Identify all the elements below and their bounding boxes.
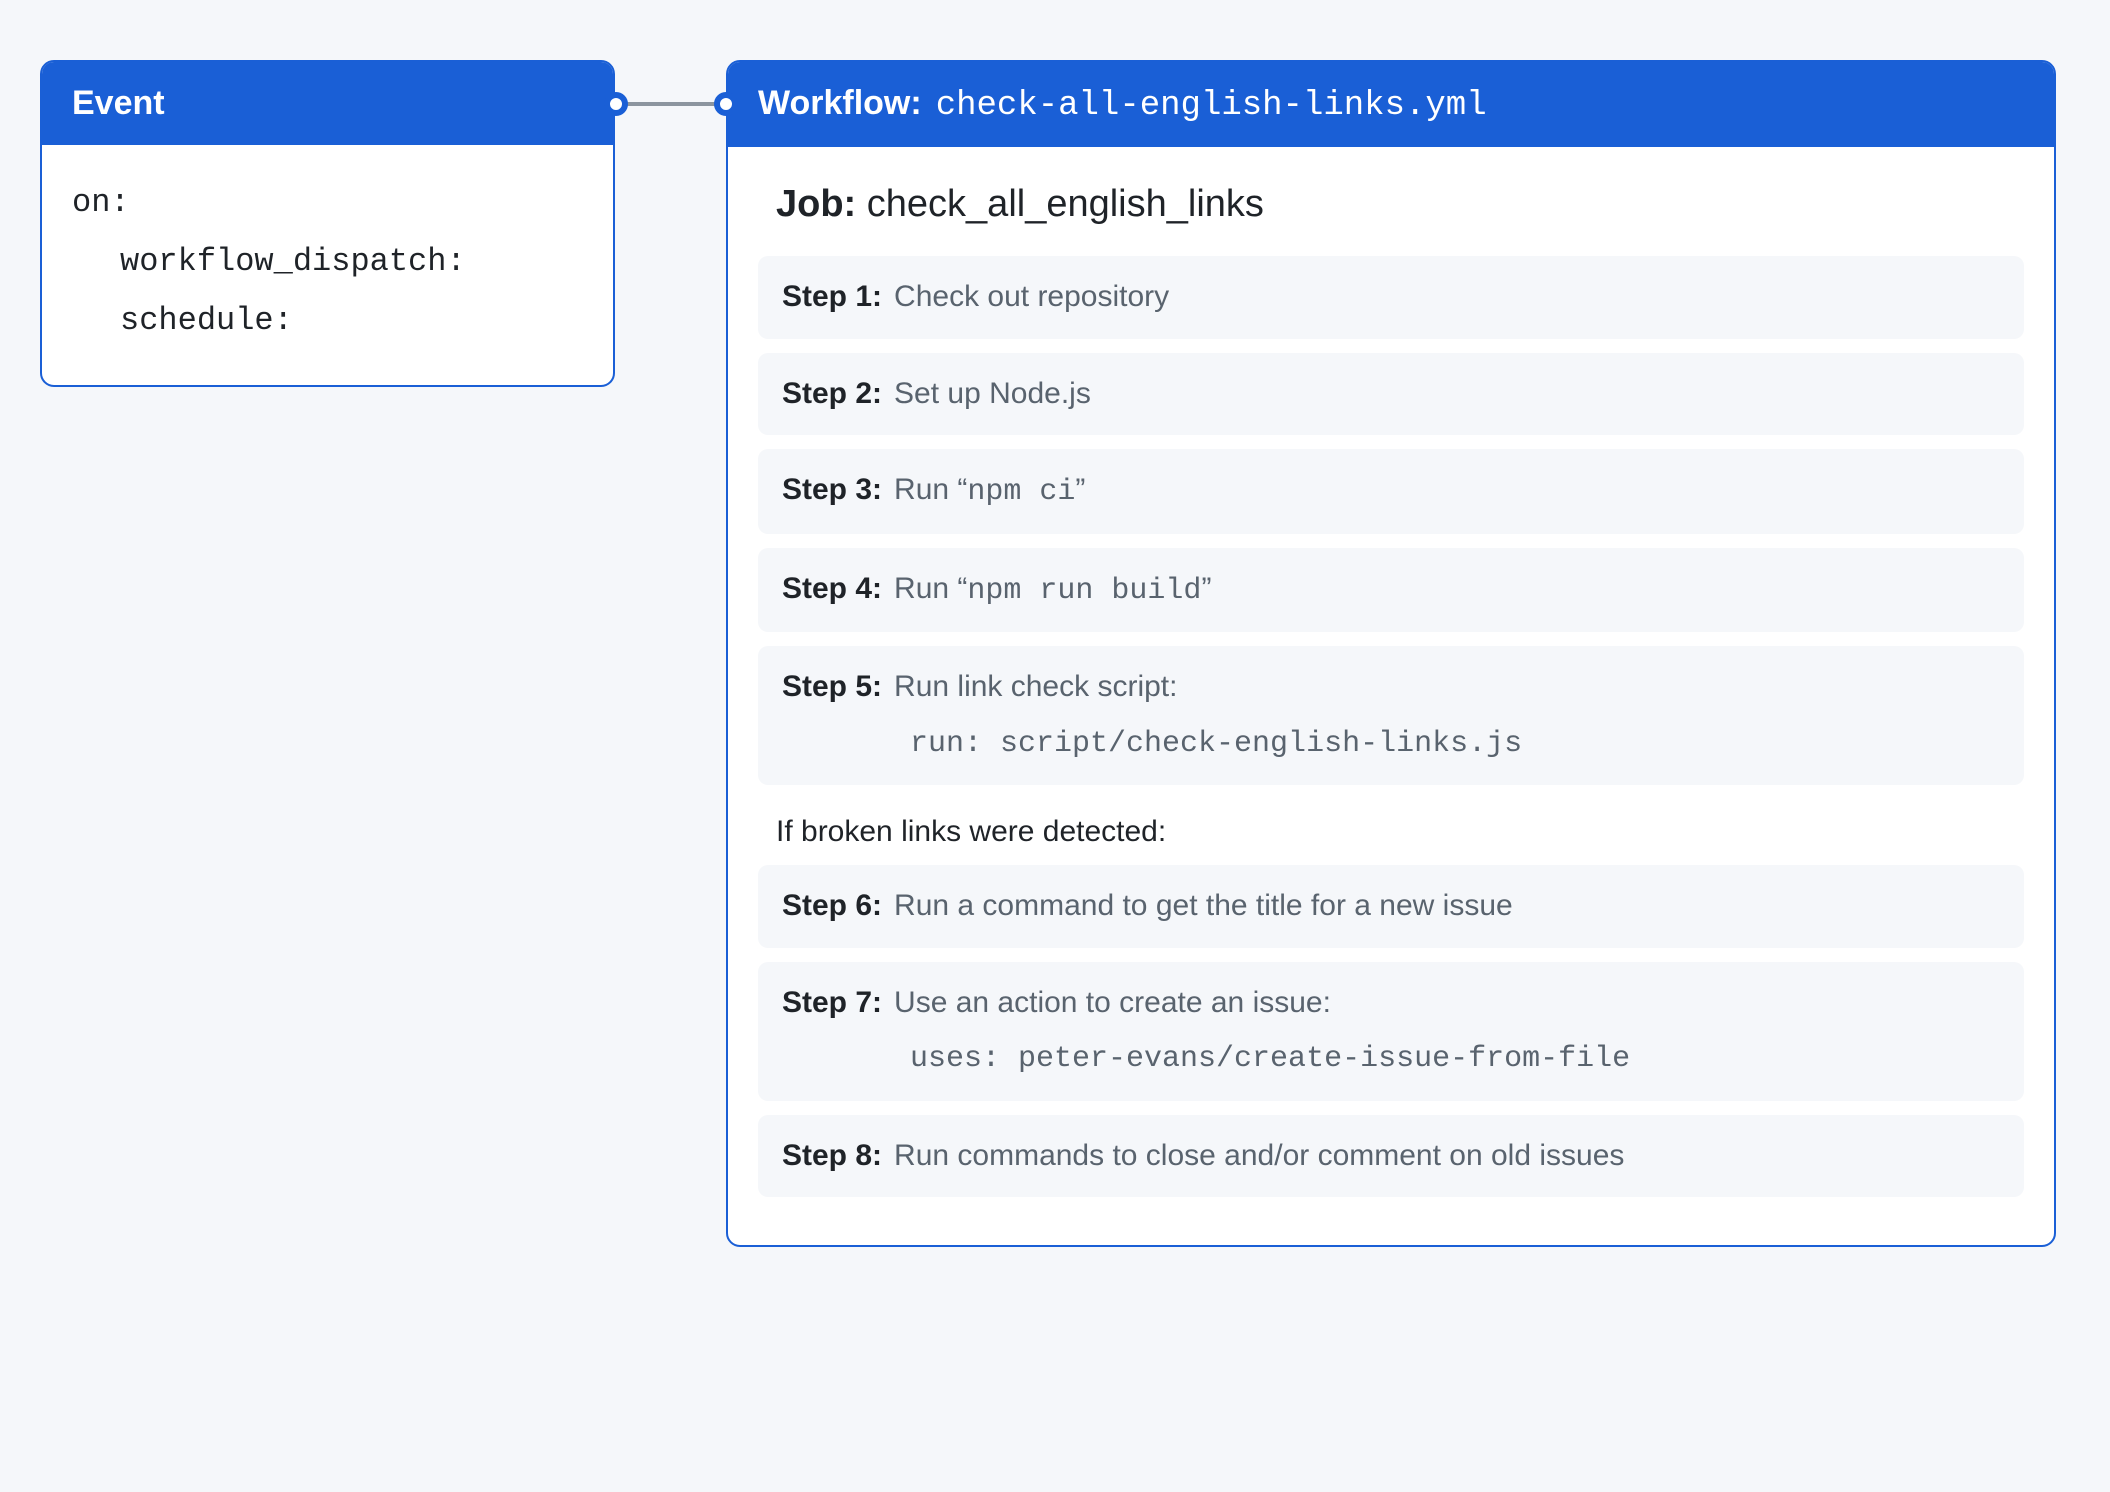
- event-trigger-line: schedule:: [72, 291, 583, 350]
- step-description: Run a command to get the title for a new…: [894, 889, 1513, 922]
- workflow-step: Step 5: Run link check script: run: script…: [758, 646, 2024, 785]
- step-description: Set up Node.js: [894, 377, 1091, 410]
- step-description: Run “npm run build”: [894, 572, 1211, 605]
- workflow-header-label: Workflow:: [758, 84, 922, 123]
- connector-dot-right: [714, 92, 738, 116]
- step-label: Step 6:: [782, 889, 882, 922]
- step-description: Run “npm ci”: [894, 473, 1085, 506]
- workflow-card: Workflow: check-all-english-links.yml Jo…: [726, 60, 2056, 1247]
- step-label: Step 1:: [782, 280, 882, 313]
- condition-label: If broken links were detected:: [758, 799, 2024, 865]
- workflow-card-body: Job: check_all_english_links Step 1: Chec…: [728, 147, 2054, 1245]
- workflow-filename: check-all-english-links.yml: [936, 87, 1487, 125]
- step-description: Use an action to create an issue:: [894, 986, 1331, 1019]
- event-trigger-line: workflow_dispatch:: [72, 232, 583, 291]
- step-description: Run link check script:: [894, 670, 1177, 703]
- workflow-step: Step 3: Run “npm ci”: [758, 449, 2024, 534]
- job-title: Job: check_all_english_links: [758, 175, 2024, 256]
- step-description: Run commands to close and/or comment on …: [894, 1139, 1624, 1172]
- step-label: Step 7:: [782, 986, 882, 1019]
- connector-dot-left: [604, 92, 628, 116]
- workflow-card-header: Workflow: check-all-english-links.yml: [728, 62, 2054, 147]
- workflow-step: Step 8: Run commands to close and/or comm…: [758, 1115, 2024, 1198]
- step-description: Check out repository: [894, 280, 1169, 313]
- event-card-body: on: workflow_dispatch: schedule:: [42, 145, 613, 385]
- step-detail: uses: peter-evans/create-issue-from-file: [782, 1036, 2000, 1083]
- workflow-step: Step 6: Run a command to get the title fo…: [758, 865, 2024, 948]
- step-label: Step 2:: [782, 377, 882, 410]
- event-trigger-line: on:: [72, 173, 583, 232]
- workflow-step: Step 7: Use an action to create an issue:…: [758, 962, 2024, 1101]
- event-card-header: Event: [42, 62, 613, 145]
- step-label: Step 5:: [782, 670, 882, 703]
- workflow-step: Step 2: Set up Node.js: [758, 353, 2024, 436]
- step-label: Step 8:: [782, 1139, 882, 1172]
- workflow-step: Step 4: Run “npm run build”: [758, 548, 2024, 633]
- event-card: Event on: workflow_dispatch: schedule:: [40, 60, 615, 387]
- step-detail: run: script/check-english-links.js: [782, 721, 2000, 768]
- event-header-label: Event: [72, 84, 165, 123]
- step-label: Step 3:: [782, 473, 882, 506]
- step-label: Step 4:: [782, 572, 882, 605]
- workflow-step: Step 1: Check out repository: [758, 256, 2024, 339]
